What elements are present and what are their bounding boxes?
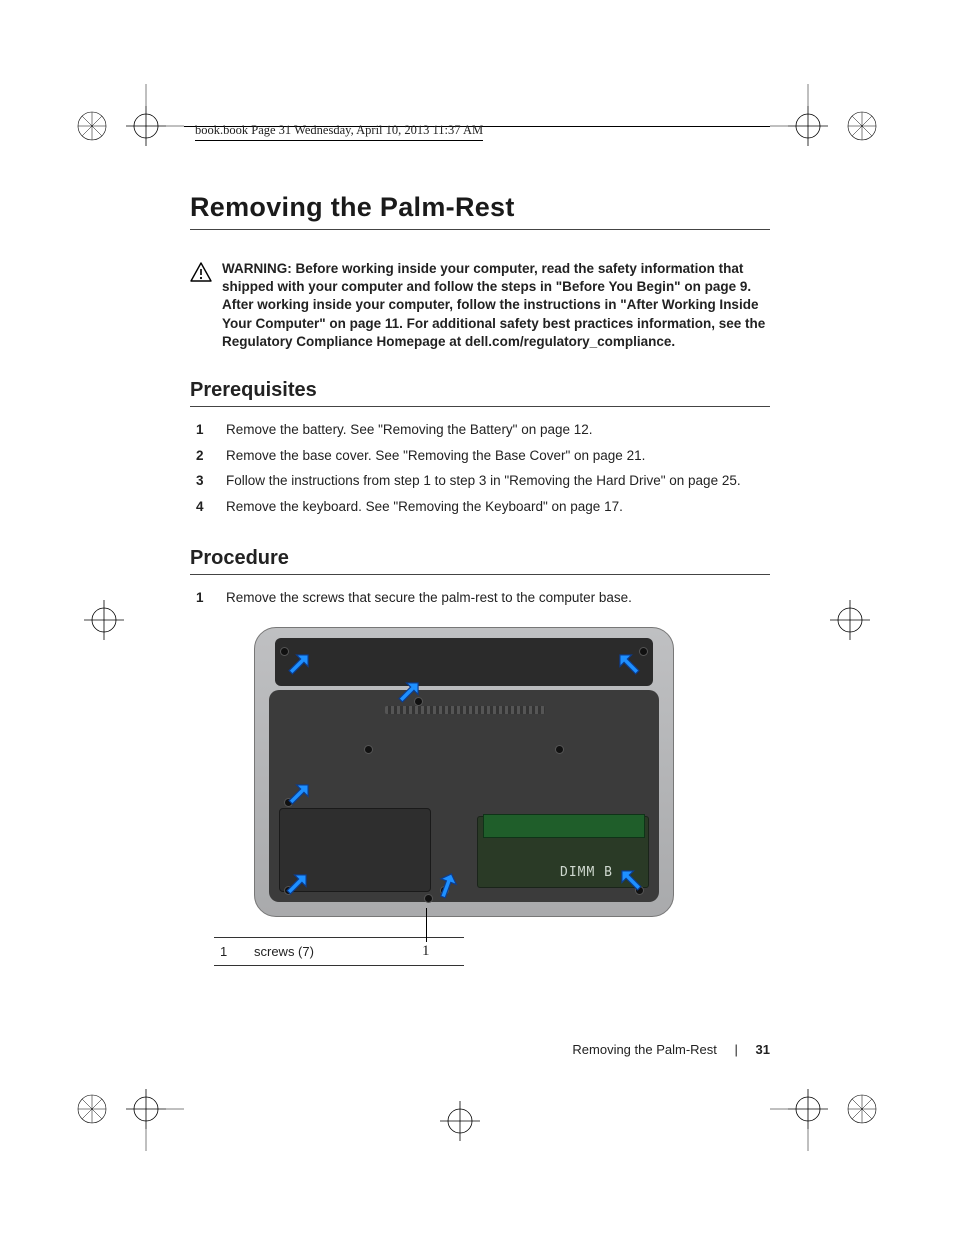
laptop-base-illustration: DIMM B [254,627,674,917]
list-item: Follow the instructions from step 1 to s… [218,470,770,492]
crop-mark-bottom-center [430,1091,490,1151]
callout-number: 1 [422,943,430,960]
screw-dot [556,746,563,753]
screw-dot [365,746,372,753]
content-area: Removing the Palm-Rest WARNING: Before w… [190,192,770,966]
procedure-list: Remove the screws that secure the palm-r… [190,587,770,609]
procedure-heading: Procedure [190,547,770,575]
list-item: Remove the screws that secure the palm-r… [218,587,770,609]
list-item: Remove the base cover. See "Removing the… [218,445,770,467]
footer-page-number: 31 [756,1042,770,1057]
page-footer: Removing the Palm-Rest | 31 [190,1042,770,1057]
warning-label: WARNING: [222,261,296,276]
screw-dot [281,648,288,655]
legend-text: screws (7) [254,944,314,959]
crop-mark-mid-right [820,590,880,650]
crop-mark-mid-left [74,590,134,650]
list-item: Remove the battery. See "Removing the Ba… [218,419,770,441]
warning-icon [190,260,212,351]
print-header: book.book Page 31 Wednesday, April 10, 2… [195,123,483,141]
crop-mark-bottom-left [74,1071,184,1151]
dimm-label: DIMM B [560,865,613,880]
crop-mark-top-left [74,84,184,164]
page: book.book Page 31 Wednesday, April 10, 2… [0,0,954,1235]
warning-text: WARNING: Before working inside your comp… [222,260,770,351]
figure: DIMM B [254,627,674,917]
footer-separator: | [735,1042,738,1057]
footer-section: Removing the Palm-Rest [572,1042,717,1057]
prerequisites-heading: Prerequisites [190,379,770,407]
callout-line [426,908,427,942]
crop-mark-bottom-right [770,1071,880,1151]
prerequisites-list: Remove the battery. See "Removing the Ba… [190,419,770,517]
ram-stick [483,814,645,838]
screw-dot [425,895,432,902]
crop-mark-top-right [770,84,880,164]
screw-dot [640,648,647,655]
list-item: Remove the keyboard. See "Removing the K… [218,496,770,518]
warning-body: Before working inside your computer, rea… [222,261,765,349]
battery-bay [275,638,653,686]
legend-num: 1 [214,944,254,959]
page-title: Removing the Palm-Rest [190,192,770,230]
warning-block: WARNING: Before working inside your comp… [190,260,770,351]
